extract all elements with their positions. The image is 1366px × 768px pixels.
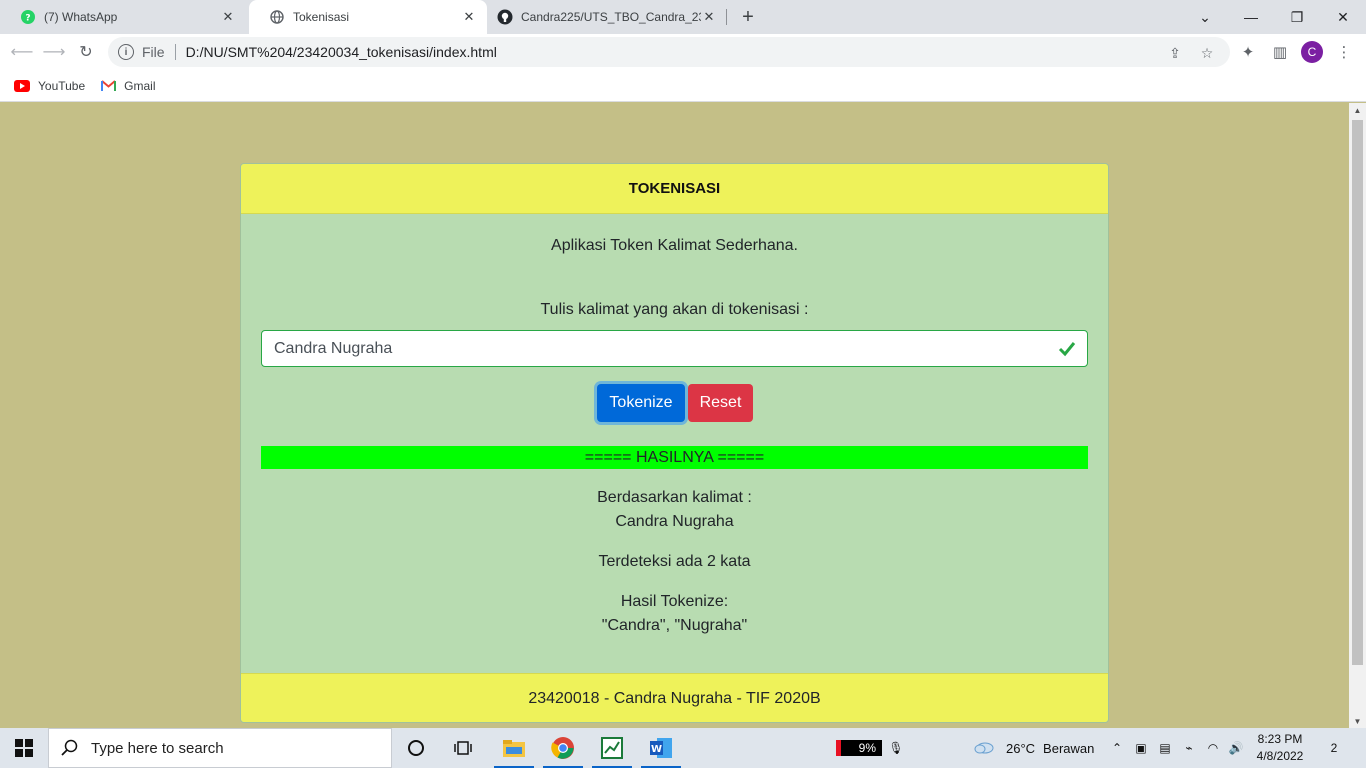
minimize-button[interactable]: — bbox=[1228, 0, 1274, 34]
svg-text:?: ? bbox=[25, 14, 30, 24]
close-window-button[interactable]: ✕ bbox=[1320, 0, 1366, 34]
sentence-input[interactable] bbox=[262, 331, 1057, 366]
system-clock[interactable]: 8:23 PM 4/8/2022 bbox=[1250, 731, 1310, 765]
windows-taskbar: Type here to search W 9% 🎙 26°C Berawan … bbox=[0, 728, 1366, 768]
bookmark-star-icon[interactable]: ☆ bbox=[1197, 43, 1217, 63]
task-view-icon[interactable] bbox=[440, 728, 488, 768]
gmail-icon bbox=[101, 79, 117, 92]
globe-icon bbox=[269, 9, 285, 25]
share-icon[interactable]: ⇪ bbox=[1165, 43, 1185, 63]
bookmarks-bar: YouTube Gmail bbox=[0, 70, 1366, 102]
chevron-up-icon[interactable]: ⌃ bbox=[1107, 738, 1127, 758]
bookmark-label: YouTube bbox=[38, 78, 86, 93]
file-explorer-icon[interactable] bbox=[490, 728, 538, 768]
tokenizer-card: TOKENISASI Aplikasi Token Kalimat Sederh… bbox=[240, 163, 1109, 723]
result-banner: ===== HASILNYA ===== bbox=[261, 446, 1088, 469]
tokenize-button[interactable]: Tokenize bbox=[597, 384, 685, 422]
scroll-down-icon[interactable]: ▼ bbox=[1349, 714, 1366, 728]
tab-strip: ? (7) WhatsApp ✕ Tokenisasi ✕ Candra225/… bbox=[0, 0, 1366, 34]
clock-date: 4/8/2022 bbox=[1256, 749, 1304, 763]
weather-temp: 26°C bbox=[1006, 740, 1036, 756]
bookmark-label: Gmail bbox=[124, 78, 156, 93]
svg-text:W: W bbox=[651, 744, 662, 755]
tab-github[interactable]: Candra225/UTS_TBO_Candra_234 ✕ bbox=[477, 0, 727, 34]
back-icon[interactable]: ⟵ bbox=[10, 40, 34, 64]
info-icon[interactable]: i bbox=[118, 44, 134, 60]
meet-icon[interactable]: ▤ bbox=[1155, 738, 1175, 758]
token-result-value: "Candra", "Nugraha" bbox=[601, 617, 748, 634]
word-count-text: Terdeteksi ada 2 kata bbox=[598, 553, 751, 570]
notification-count: 2 bbox=[1330, 741, 1338, 755]
reload-icon[interactable]: ↻ bbox=[74, 40, 98, 64]
camera-icon[interactable]: ▣ bbox=[1131, 738, 1151, 758]
tab-whatsapp[interactable]: ? (7) WhatsApp ✕ bbox=[0, 0, 246, 34]
close-tab-icon[interactable]: ✕ bbox=[220, 9, 236, 25]
tab-title: Candra225/UTS_TBO_Candra_234 bbox=[521, 10, 701, 24]
word-icon[interactable]: W bbox=[637, 728, 685, 768]
cortana-icon[interactable] bbox=[392, 728, 440, 768]
restore-button[interactable]: ❐ bbox=[1274, 0, 1320, 34]
scroll-up-icon[interactable]: ▲ bbox=[1349, 103, 1366, 117]
tab-search-icon[interactable]: ⌄ bbox=[1182, 0, 1228, 34]
cloud-icon bbox=[974, 740, 994, 757]
close-tab-icon[interactable]: ✕ bbox=[701, 9, 717, 25]
based-on-value: Candra Nugraha bbox=[615, 513, 734, 530]
scroll-thumb[interactable] bbox=[1352, 120, 1363, 665]
chrome-icon[interactable] bbox=[539, 728, 587, 768]
bookmark-youtube[interactable]: YouTube bbox=[14, 79, 85, 93]
battery-indicator[interactable]: 9% bbox=[836, 740, 882, 756]
notification-center-icon[interactable]: 2 bbox=[1322, 737, 1346, 759]
youtube-icon bbox=[14, 79, 30, 92]
url-text[interactable]: D:/NU/SMT%204/23420034_tokenisasi/index.… bbox=[186, 44, 497, 60]
plug-icon[interactable]: ⌁ bbox=[1179, 738, 1199, 758]
browser-toolbar: ⟵ ⟶ ↻ i File D:/NU/SMT%204/23420034_toke… bbox=[0, 34, 1366, 70]
windows-start-icon[interactable] bbox=[0, 728, 48, 768]
tab-tokenisasi[interactable]: Tokenisasi ✕ bbox=[249, 0, 487, 34]
close-tab-icon[interactable]: ✕ bbox=[461, 9, 477, 25]
address-bar[interactable]: i File D:/NU/SMT%204/23420034_tokenisasi… bbox=[108, 37, 1230, 67]
sentence-input-wrapper bbox=[261, 330, 1088, 367]
card-header: TOKENISASI bbox=[241, 164, 1108, 214]
weather-widget[interactable]: 26°C Berawan bbox=[974, 728, 1094, 768]
weather-text: Berawan bbox=[1043, 740, 1095, 756]
card-footer: 23420018 - Candra Nugraha - TIF 2020B bbox=[241, 673, 1108, 722]
taskbar-search[interactable]: Type here to search bbox=[48, 728, 392, 768]
page-scrollbar[interactable]: ▲ ▼ bbox=[1349, 103, 1366, 728]
card-body: Aplikasi Token Kalimat Sederhana. Tulis … bbox=[241, 214, 1108, 673]
whatsapp-icon: ? bbox=[20, 9, 36, 25]
reset-button[interactable]: Reset bbox=[688, 384, 753, 422]
tab-title: Tokenisasi bbox=[293, 10, 350, 24]
tab-separator bbox=[726, 9, 727, 25]
extensions-icon[interactable]: ✦ bbox=[1236, 40, 1260, 64]
tab-title: (7) WhatsApp bbox=[44, 10, 118, 24]
url-divider bbox=[174, 44, 176, 60]
new-tab-button[interactable]: + bbox=[736, 5, 760, 29]
based-on-label: Berdasarkan kalimat : bbox=[597, 489, 752, 506]
side-panel-icon[interactable]: ▥ bbox=[1268, 40, 1292, 64]
profile-avatar[interactable]: C bbox=[1301, 41, 1323, 63]
wifi-icon[interactable]: ◠ bbox=[1203, 738, 1223, 758]
chart-app-icon[interactable] bbox=[588, 728, 636, 768]
input-prompt: Tulis kalimat yang akan di tokenisasi : bbox=[540, 301, 809, 318]
clock-time: 8:23 PM bbox=[1257, 732, 1303, 746]
menu-icon[interactable]: ⋮ bbox=[1332, 40, 1356, 64]
github-icon bbox=[497, 9, 513, 25]
volume-icon[interactable]: 🔊 bbox=[1226, 738, 1246, 758]
search-icon bbox=[61, 739, 79, 757]
forward-icon[interactable]: ⟶ bbox=[42, 40, 66, 64]
mic-icon[interactable]: 🎙 bbox=[886, 738, 906, 758]
search-placeholder: Type here to search bbox=[91, 739, 224, 757]
bookmark-gmail[interactable]: Gmail bbox=[101, 78, 156, 93]
token-result-label: Hasil Tokenize: bbox=[620, 593, 729, 610]
valid-check-icon bbox=[1057, 339, 1077, 359]
intro-text: Aplikasi Token Kalimat Sederhana. bbox=[551, 237, 798, 254]
url-scheme: File bbox=[142, 44, 165, 60]
